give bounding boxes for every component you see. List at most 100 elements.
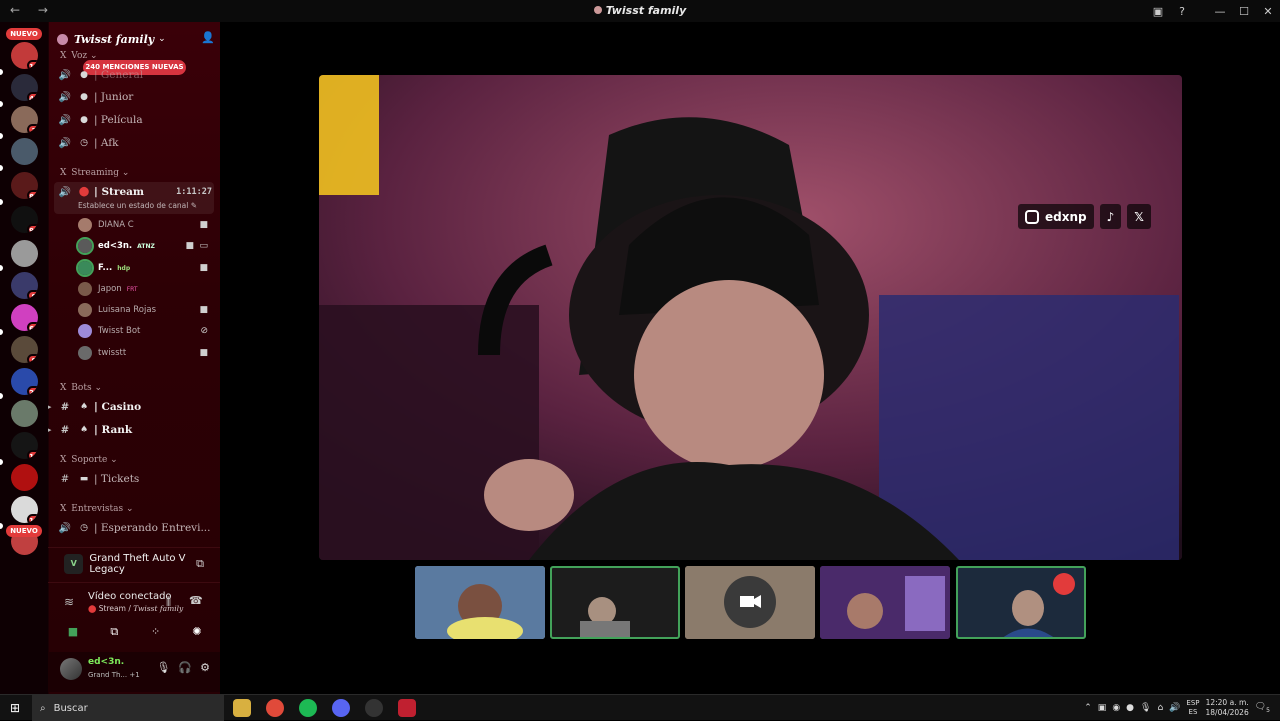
user-tag: hdp bbox=[117, 264, 131, 272]
set-channel-status[interactable]: Establece un estado de canal ✎ bbox=[78, 201, 197, 210]
windows-start-icon[interactable]: ⊞ bbox=[10, 701, 20, 715]
microphone-icon[interactable]: 🎙 bbox=[1140, 703, 1151, 713]
screen-share-icon[interactable]: ⧉ bbox=[196, 557, 204, 571]
maximize-button[interactable]: ☐ bbox=[1232, 5, 1256, 18]
channel-timer: 1:11:27 bbox=[176, 187, 212, 197]
unread-pill bbox=[0, 265, 3, 271]
unread-pill bbox=[0, 133, 3, 139]
activity-extra-count: +1 bbox=[129, 671, 140, 679]
voice-status[interactable]: Vídeo conectado bbox=[88, 591, 172, 602]
tray-app-icon[interactable]: ● bbox=[1126, 703, 1134, 713]
server-icon[interactable]: 2 bbox=[11, 106, 38, 133]
user-controls: 🎙 🎧 ⚙ bbox=[156, 661, 210, 674]
avatar[interactable] bbox=[60, 658, 82, 680]
x-logo-icon: 𝕏 bbox=[1127, 204, 1151, 229]
category-bots[interactable]: X Bots ⌄ bbox=[60, 383, 102, 393]
server-icon[interactable]: 9 bbox=[11, 336, 38, 363]
spotify-icon[interactable] bbox=[299, 699, 317, 717]
discord-icon[interactable] bbox=[332, 699, 350, 717]
server-icon[interactable]: 92 bbox=[11, 206, 38, 233]
close-button[interactable]: ✕ bbox=[1256, 5, 1280, 18]
notifications-icon[interactable]: 🗨5 bbox=[1255, 702, 1270, 714]
signal-icon[interactable]: ≋ bbox=[64, 595, 74, 609]
add-user-icon[interactable]: 👤 bbox=[201, 31, 215, 44]
server-icon[interactable]: 64 bbox=[11, 304, 38, 331]
inbox-icon[interactable]: ▣ bbox=[1146, 5, 1170, 18]
voice-user[interactable]: DIANA C ■ bbox=[78, 216, 212, 234]
gear-icon[interactable]: ⚙ bbox=[200, 661, 210, 674]
soundboard-button[interactable]: ✺ bbox=[180, 621, 214, 643]
language-top: ESP bbox=[1186, 699, 1200, 707]
voice-user[interactable]: F... hdp ■ bbox=[76, 259, 212, 277]
voice-user[interactable]: Twisst Bot ⊘ bbox=[78, 322, 212, 340]
category-entrevistas[interactable]: X Entrevistas ⌄ bbox=[60, 504, 134, 514]
user-name: Luisana Rojas bbox=[98, 305, 156, 315]
network-icon[interactable]: ⌂ bbox=[1157, 703, 1163, 713]
server-icon[interactable]: 13 bbox=[11, 432, 38, 459]
chevron-up-icon[interactable]: ⌃ bbox=[1084, 703, 1092, 713]
server-icon[interactable]: 23 bbox=[11, 368, 38, 395]
server-icon[interactable] bbox=[11, 138, 38, 165]
user-activity-text: Grand Th... bbox=[88, 671, 128, 679]
channel-junior[interactable]: 🔊 ● | Junior bbox=[58, 87, 216, 107]
user-activity: Grand Th... +1 bbox=[88, 671, 140, 679]
headphones-icon[interactable]: 🎧 bbox=[178, 661, 192, 674]
voice-user[interactable]: Luisana Rojas ■ bbox=[78, 301, 212, 319]
channel-casino[interactable]: # ♠ | Casino bbox=[58, 397, 216, 417]
server-icon[interactable]: 85 bbox=[11, 172, 38, 199]
voice-channel-name: Stream bbox=[98, 604, 126, 613]
minimize-button[interactable]: — bbox=[1208, 5, 1232, 18]
disconnect-icon[interactable]: ☎ bbox=[189, 594, 203, 607]
video-tile[interactable] bbox=[820, 566, 950, 639]
tile-frame bbox=[550, 566, 680, 639]
tile-frame bbox=[415, 566, 545, 639]
obs-icon[interactable] bbox=[365, 699, 383, 717]
channel-label: | Película bbox=[94, 114, 143, 126]
guild-header[interactable]: Twisst family ⌄ 👤 bbox=[57, 28, 215, 50]
video-tile-camera-off[interactable] bbox=[685, 566, 815, 639]
noise-suppression-icon[interactable]: ⫼ bbox=[166, 595, 171, 609]
chrome-icon[interactable] bbox=[266, 699, 284, 717]
language-indicator[interactable]: ESP ES bbox=[1186, 699, 1199, 717]
user-tag: ATNZ bbox=[137, 242, 155, 250]
user-name[interactable]: ed<3n. bbox=[88, 657, 124, 667]
server-icon[interactable] bbox=[11, 240, 38, 267]
server-icon[interactable]: 9 bbox=[11, 272, 38, 299]
file-explorer-icon[interactable] bbox=[233, 699, 251, 717]
microphone-icon[interactable]: 🎙 bbox=[156, 661, 170, 674]
stream-video[interactable] bbox=[319, 75, 1182, 560]
tray-app-icon[interactable]: ▣ bbox=[1098, 703, 1107, 713]
video-tile[interactable] bbox=[956, 566, 1086, 639]
channel-pelicula[interactable]: 🔊 ● | Película bbox=[58, 110, 216, 130]
channel-afk[interactable]: 🔊 ◷ | Afk bbox=[58, 133, 216, 153]
voice-user[interactable]: Japon FRT bbox=[78, 280, 212, 298]
instagram-icon bbox=[1025, 209, 1039, 224]
server-icon[interactable] bbox=[11, 400, 38, 427]
server-icon[interactable]: 47 bbox=[11, 74, 38, 101]
camera-button[interactable]: ■ bbox=[56, 621, 90, 643]
category-soporte[interactable]: X Soporte ⌄ bbox=[60, 455, 118, 465]
activity-panel[interactable]: V Grand Theft Auto V Legacy ⧉ bbox=[48, 547, 220, 579]
screen-share-button[interactable]: ⧉ bbox=[97, 621, 131, 643]
channel-rank[interactable]: # ♠ | Rank bbox=[58, 420, 216, 440]
category-streaming[interactable]: X Streaming ⌄ bbox=[60, 168, 129, 178]
clock[interactable]: 12:20 a. m. 18/04/2026 bbox=[1206, 698, 1249, 718]
channel-general[interactable]: 🔊 ● | General bbox=[58, 65, 216, 85]
activities-button[interactable]: ⁘ bbox=[139, 621, 173, 643]
video-tile[interactable] bbox=[415, 566, 545, 639]
channel-stream[interactable]: 🔊 ⬤ | Stream 1:11:27 bbox=[58, 182, 216, 202]
volume-icon[interactable]: 🔊 bbox=[1169, 703, 1180, 713]
help-icon[interactable]: ? bbox=[1170, 5, 1194, 18]
channel-esperando[interactable]: 🔊 ◷ | Esperando Entrevi... bbox=[58, 518, 216, 538]
voice-user[interactable]: twisstt ■ bbox=[78, 344, 212, 362]
hash-icon: # bbox=[60, 473, 70, 485]
server-icon[interactable]: 12 bbox=[11, 42, 38, 69]
server-icon[interactable] bbox=[11, 464, 38, 491]
voice-user[interactable]: ed<3n. ATNZ ■ ▭ bbox=[76, 237, 212, 255]
video-tile[interactable] bbox=[550, 566, 680, 639]
search-box[interactable]: ⌕ Buscar bbox=[32, 695, 224, 721]
tray-app-icon[interactable]: ◉ bbox=[1112, 703, 1120, 713]
server-icon[interactable]: 12 bbox=[11, 496, 38, 523]
channel-tickets[interactable]: # ▬ | Tickets bbox=[58, 469, 216, 489]
app-icon[interactable] bbox=[398, 699, 416, 717]
